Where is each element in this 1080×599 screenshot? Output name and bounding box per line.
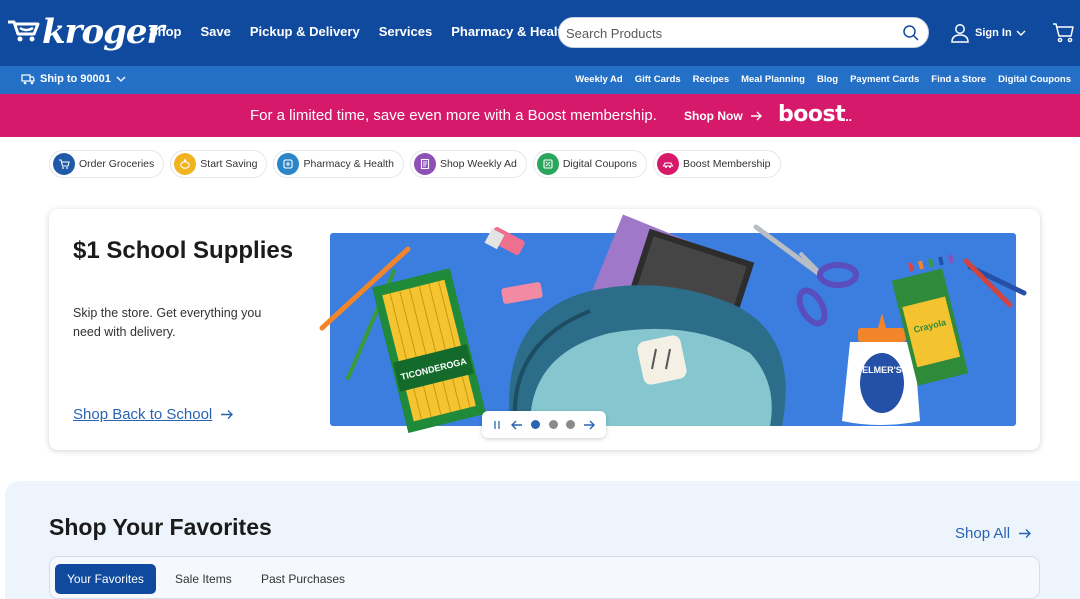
ship-to-selector[interactable]: Ship to 90001 <box>21 73 131 85</box>
tab-your-favorites[interactable]: Your Favorites <box>55 564 156 594</box>
coupon-icon <box>536 153 559 175</box>
hero-link-label: Shop Back to School <box>73 406 213 423</box>
nav-save[interactable]: Save <box>201 24 231 40</box>
pill-label: Start Saving <box>200 158 258 170</box>
pill-pharmacy-health[interactable]: Pharmacy & Health <box>273 150 404 178</box>
pill-label: Digital Coupons <box>562 158 637 170</box>
hero-card: $1 School Supplies Skip the store. Get e… <box>49 209 1040 450</box>
cart-icon[interactable] <box>1052 21 1074 43</box>
hero-subtitle: Skip the store. Get everything you need … <box>73 306 262 339</box>
tab-sale-items[interactable]: Sale Items <box>163 564 244 594</box>
ship-to-label: Ship to 90001 <box>40 73 111 85</box>
chevron-down-icon <box>1016 30 1026 36</box>
pill-label: Order Groceries <box>79 158 155 170</box>
link-weekly-ad[interactable]: Weekly Ad <box>575 74 623 85</box>
carousel-dot-2[interactable] <box>548 420 558 429</box>
carousel-dot-1[interactable] <box>531 420 541 429</box>
hero-school-supplies-image[interactable]: TICONDEROGA ELMER'S Crayola <box>319 214 1027 434</box>
logo-text: kroger <box>42 12 164 52</box>
utility-links: Weekly Ad Gift Cards Recipes Meal Planni… <box>563 74 1071 85</box>
arrow-right-icon <box>221 410 234 419</box>
chevron-down-icon <box>116 76 126 82</box>
nav-pickup-delivery[interactable]: Pickup & Delivery <box>250 24 360 40</box>
main-nav: Shop Save Pickup & Delivery Services Pha… <box>149 24 589 40</box>
shop-all-label: Shop All <box>955 525 1011 542</box>
cart-icon <box>53 153 75 175</box>
link-find-a-store[interactable]: Find a Store <box>931 74 986 85</box>
weekly-ad-icon <box>413 153 436 175</box>
shop-now-label: Shop Now <box>684 109 743 123</box>
school-supplies-illustration: TICONDEROGA ELMER'S Crayola <box>319 214 1027 434</box>
pill-label: Boost Membership <box>682 158 771 170</box>
pharmacy-icon <box>277 153 300 175</box>
carousel-controls <box>482 411 606 438</box>
favorites-title: Shop Your Favorites <box>49 514 272 540</box>
sub-header: Ship to 90001 Weekly Ad Gift Cards Recip… <box>0 66 1080 94</box>
pill-digital-coupons[interactable]: Digital Coupons <box>532 150 647 178</box>
promo-text: For a limited time, save even more with … <box>250 107 657 124</box>
kroger-logo[interactable]: kroger <box>6 10 164 54</box>
nav-pharmacy-health[interactable]: Pharmacy & Health <box>451 24 570 40</box>
sign-in-button[interactable]: Sign In <box>950 22 1026 44</box>
next-slide-button[interactable] <box>583 420 596 430</box>
hero-title: $1 School Supplies <box>73 237 294 264</box>
shop-now-link[interactable]: Shop Now <box>684 109 763 123</box>
tab-past-purchases[interactable]: Past Purchases <box>249 564 357 594</box>
shop-all-link[interactable]: Shop All <box>955 525 1032 542</box>
top-header: kroger Shop Save Pickup & Delivery Servi… <box>0 0 1080 66</box>
boost-promo-banner: For a limited time, save even more with … <box>0 94 1080 137</box>
pill-boost-membership[interactable]: Boost Membership <box>652 150 781 178</box>
pill-label: Pharmacy & Health <box>303 158 394 170</box>
kroger-cart-logo-icon <box>8 20 40 42</box>
pause-button[interactable] <box>492 420 502 430</box>
nav-shop[interactable]: Shop <box>149 24 182 40</box>
glue-text: ELMER'S <box>862 365 902 375</box>
previous-slide-button[interactable] <box>510 420 523 430</box>
boost-logo[interactable]: boost.. <box>778 102 852 127</box>
pill-label: Shop Weekly Ad <box>439 158 517 170</box>
user-icon <box>951 24 969 43</box>
pill-order-groceries[interactable]: Order Groceries <box>49 150 165 178</box>
boost-icon <box>656 153 679 175</box>
link-recipes[interactable]: Recipes <box>693 74 729 85</box>
link-payment-cards[interactable]: Payment Cards <box>850 74 919 85</box>
arrow-right-icon <box>583 420 595 429</box>
pill-shop-weekly-ad[interactable]: Shop Weekly Ad <box>409 150 527 178</box>
arrow-right-icon <box>1019 529 1032 538</box>
delivery-truck-icon <box>21 74 35 85</box>
shop-back-to-school-link[interactable]: Shop Back to School <box>73 406 234 423</box>
piggy-bank-icon <box>174 153 197 175</box>
pause-icon <box>494 420 500 429</box>
nav-services[interactable]: Services <box>379 24 433 40</box>
favorites-tabs: Your Favorites Sale Items Past Purchases <box>49 556 1040 599</box>
carousel-dot-3[interactable] <box>565 420 575 429</box>
quick-links: Order Groceries Start Saving Pharmacy & … <box>49 150 787 178</box>
link-blog[interactable]: Blog <box>817 74 838 85</box>
link-digital-coupons[interactable]: Digital Coupons <box>998 74 1071 85</box>
search-icon[interactable] <box>902 24 920 42</box>
search-input[interactable] <box>566 24 886 42</box>
link-gift-cards[interactable]: Gift Cards <box>635 74 681 85</box>
search-bar <box>558 17 929 48</box>
sign-in-label: Sign In <box>975 27 1012 39</box>
link-meal-planning[interactable]: Meal Planning <box>741 74 805 85</box>
pill-start-saving[interactable]: Start Saving <box>170 150 268 178</box>
arrow-left-icon <box>511 420 523 429</box>
arrow-right-icon <box>750 111 762 121</box>
